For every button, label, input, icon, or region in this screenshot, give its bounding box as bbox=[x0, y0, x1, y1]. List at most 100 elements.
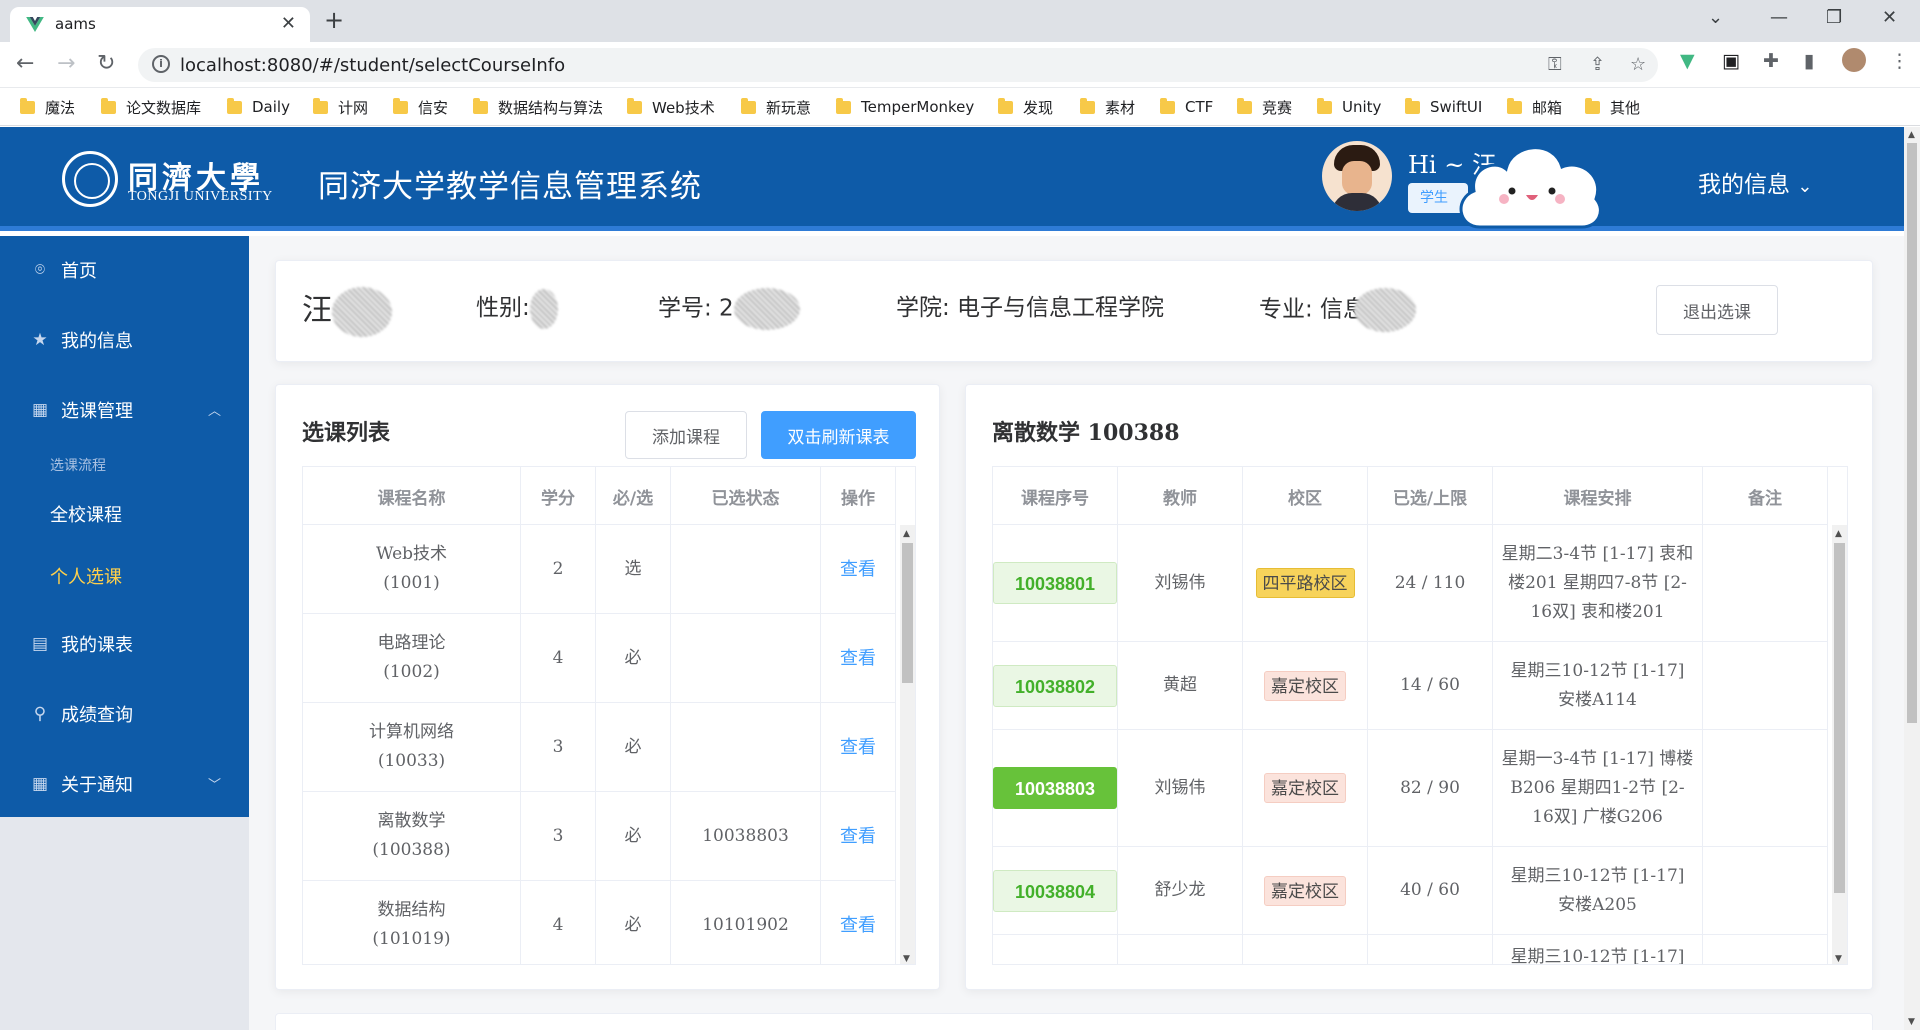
star-icon: ★ bbox=[32, 330, 48, 350]
bookmark-folder[interactable]: 论文数据库 bbox=[101, 97, 201, 117]
university-seal-icon bbox=[62, 151, 118, 207]
reload-icon[interactable]: ↻ bbox=[97, 51, 115, 76]
puzzle-icon[interactable]: ✚ bbox=[1763, 50, 1779, 72]
location-pin-icon: ⌾ bbox=[34, 260, 46, 280]
redacted-blur bbox=[1354, 288, 1417, 332]
section-tag[interactable]: 10038802 bbox=[993, 664, 1117, 707]
browser-tab[interactable]: aams ✕ bbox=[10, 7, 310, 42]
folder-icon bbox=[1080, 97, 1095, 114]
sidebar-item-personal-select[interactable]: 个人选课 bbox=[50, 563, 122, 589]
tab-close-icon[interactable]: ✕ bbox=[281, 13, 296, 34]
avatar[interactable] bbox=[1322, 141, 1392, 211]
sidebar-item-course-management[interactable]: ▦ 选课管理 ︿ bbox=[0, 382, 249, 438]
bookmark-folder[interactable]: 信安 bbox=[393, 97, 448, 117]
view-link[interactable]: 查看 bbox=[821, 614, 896, 702]
folder-icon bbox=[1237, 97, 1252, 114]
redacted-blur bbox=[733, 288, 800, 330]
scroll-down-icon[interactable]: ▼ bbox=[1908, 1017, 1915, 1027]
section-tag-selected[interactable]: 10038803 bbox=[993, 767, 1117, 809]
sidebar-group-title: 选课流程 bbox=[50, 458, 106, 474]
scroll-up-icon[interactable]: ▲ bbox=[1835, 529, 1842, 539]
bookmark-folder[interactable]: Daily bbox=[227, 97, 290, 117]
bookmark-folder[interactable]: 素材 bbox=[1080, 97, 1135, 117]
menu-kebab-icon[interactable]: ⋮ bbox=[1890, 50, 1909, 72]
table-row: 数据结构 (101019) 4 必 10101902 查看 bbox=[303, 881, 896, 964]
section-tag[interactable]: 10038804 bbox=[993, 869, 1117, 912]
view-link[interactable]: 查看 bbox=[821, 525, 896, 613]
student-id: 学号: 2 bbox=[658, 288, 800, 330]
sidebar-item-notices[interactable]: ▦ 关于通知 ﹀ bbox=[0, 756, 249, 812]
search-icon: ⚲ bbox=[33, 704, 47, 724]
view-link[interactable]: 查看 bbox=[821, 792, 896, 880]
sidebar-item-grades[interactable]: ⚲ 成绩查询 bbox=[0, 686, 249, 742]
course-detail-card: 离散数学 100388 课程序号 教师 校区 已选/上限 课程安排 备注 100… bbox=[965, 384, 1873, 990]
section-tag[interactable]: 10038801 bbox=[993, 562, 1117, 604]
table-row: 10038802 黄超 嘉定校区 14 / 60 星期三10-12节 [1-17… bbox=[993, 642, 1828, 730]
bookmark-folder[interactable]: TemperMonkey bbox=[836, 97, 974, 117]
folder-icon bbox=[473, 97, 488, 114]
browser-tab-bar: aams ✕ + ⌄ — ❐ ✕ bbox=[0, 0, 1920, 42]
bookmark-folder[interactable]: Unity bbox=[1317, 97, 1381, 117]
add-course-button[interactable]: 添加课程 bbox=[625, 411, 747, 459]
course-detail-title: 离散数学 100388 bbox=[992, 420, 1180, 446]
share-icon[interactable]: ⇪ bbox=[1590, 54, 1605, 75]
bookmark-star-icon[interactable]: ☆ bbox=[1630, 54, 1646, 75]
restore-icon[interactable]: ❐ bbox=[1826, 7, 1842, 28]
back-icon[interactable]: ← bbox=[16, 51, 34, 76]
table-scrollbar[interactable]: ▲ ▼ bbox=[1832, 525, 1847, 964]
bookmark-folder[interactable]: 魔法 bbox=[20, 97, 75, 117]
extension-icon[interactable]: ▣ bbox=[1722, 50, 1740, 72]
scroll-up-icon[interactable]: ▲ bbox=[903, 529, 910, 539]
page-scrollbar[interactable]: ▲ ▼ bbox=[1904, 127, 1920, 1030]
my-info-dropdown[interactable]: 我的信息 ⌄ bbox=[1698, 165, 1812, 199]
folder-icon bbox=[627, 97, 642, 114]
student-name: 汪 bbox=[302, 285, 392, 337]
key-icon[interactable]: ⚿ bbox=[1548, 54, 1562, 75]
bookmark-folder[interactable]: Web技术 bbox=[627, 97, 715, 117]
window-close-icon[interactable]: ✕ bbox=[1882, 7, 1897, 28]
bookmark-folder[interactable]: 邮箱 bbox=[1507, 97, 1562, 117]
view-link[interactable]: 查看 bbox=[821, 703, 896, 791]
folder-icon bbox=[1507, 97, 1522, 114]
course-list-title: 选课列表 bbox=[302, 421, 391, 446]
bookmark-folder[interactable]: CTF bbox=[1160, 97, 1213, 117]
bookmark-folder[interactable]: 计网 bbox=[313, 97, 368, 117]
sidebar-item-home[interactable]: ⌾ 首页 bbox=[0, 242, 249, 298]
profile-avatar[interactable] bbox=[1842, 48, 1866, 72]
sidebar-item-my-info[interactable]: ★ 我的信息 bbox=[0, 312, 249, 368]
quit-selection-button[interactable]: 退出选课 bbox=[1656, 285, 1778, 335]
side-panel-icon[interactable]: ▮ bbox=[1804, 50, 1814, 72]
table-scrollbar[interactable]: ▲ ▼ bbox=[900, 525, 915, 964]
bookmark-folder[interactable]: 数据结构与算法 bbox=[473, 97, 603, 117]
folder-icon bbox=[20, 97, 35, 114]
campus-tag: 嘉定校区 bbox=[1264, 670, 1346, 701]
bookmarks-bar: 魔法 论文数据库 Daily 计网 信安 数据结构与算法 Web技术 新玩意 T… bbox=[0, 88, 1920, 126]
new-tab-icon[interactable]: + bbox=[324, 6, 344, 34]
course-sections-table: 课程序号 教师 校区 已选/上限 课程安排 备注 10038801 刘锡伟 四平… bbox=[992, 466, 1848, 965]
omnibox[interactable]: i localhost:8080/#/student/selectCourseI… bbox=[138, 48, 1658, 82]
vue-devtools-icon[interactable]: ▼ bbox=[1680, 50, 1695, 72]
scroll-down-icon[interactable]: ▼ bbox=[903, 954, 910, 964]
sidebar-item-my-schedule[interactable]: ▤ 我的课表 bbox=[0, 616, 249, 672]
scroll-up-icon[interactable]: ▲ bbox=[1908, 130, 1915, 140]
tab-search-chevron-icon[interactable]: ⌄ bbox=[1708, 7, 1723, 28]
scroll-down-icon[interactable]: ▼ bbox=[1835, 954, 1842, 964]
sidebar-item-all-courses[interactable]: 全校课程 bbox=[50, 501, 122, 527]
site-info-icon[interactable]: i bbox=[152, 55, 170, 73]
campus-tag: 四平路校区 bbox=[1255, 568, 1355, 598]
minimize-icon[interactable]: — bbox=[1770, 7, 1788, 28]
redacted-blur bbox=[529, 288, 558, 329]
cloud-mascot-icon bbox=[1459, 146, 1602, 229]
bookmark-folder[interactable]: 新玩意 bbox=[741, 97, 811, 117]
refresh-schedule-button[interactable]: 双击刷新课表 bbox=[761, 411, 916, 459]
bookmark-folder[interactable]: 竞赛 bbox=[1237, 97, 1292, 117]
url-text[interactable]: localhost:8080/#/student/selectCourseInf… bbox=[180, 55, 565, 76]
view-link[interactable]: 查看 bbox=[821, 881, 896, 964]
table-row: 星期三10-12节 [1-17] 安 bbox=[993, 935, 1828, 964]
folder-icon bbox=[1405, 97, 1420, 114]
course-list-card: 选课列表 添加课程 双击刷新课表 课程名称 学分 必/选 已选状态 操作 Web… bbox=[275, 384, 940, 990]
bookmark-folder[interactable]: 其他 bbox=[1585, 97, 1640, 117]
forward-icon[interactable]: → bbox=[57, 51, 75, 76]
bookmark-folder[interactable]: SwiftUI bbox=[1405, 97, 1482, 117]
bookmark-folder[interactable]: 发现 bbox=[998, 97, 1053, 117]
